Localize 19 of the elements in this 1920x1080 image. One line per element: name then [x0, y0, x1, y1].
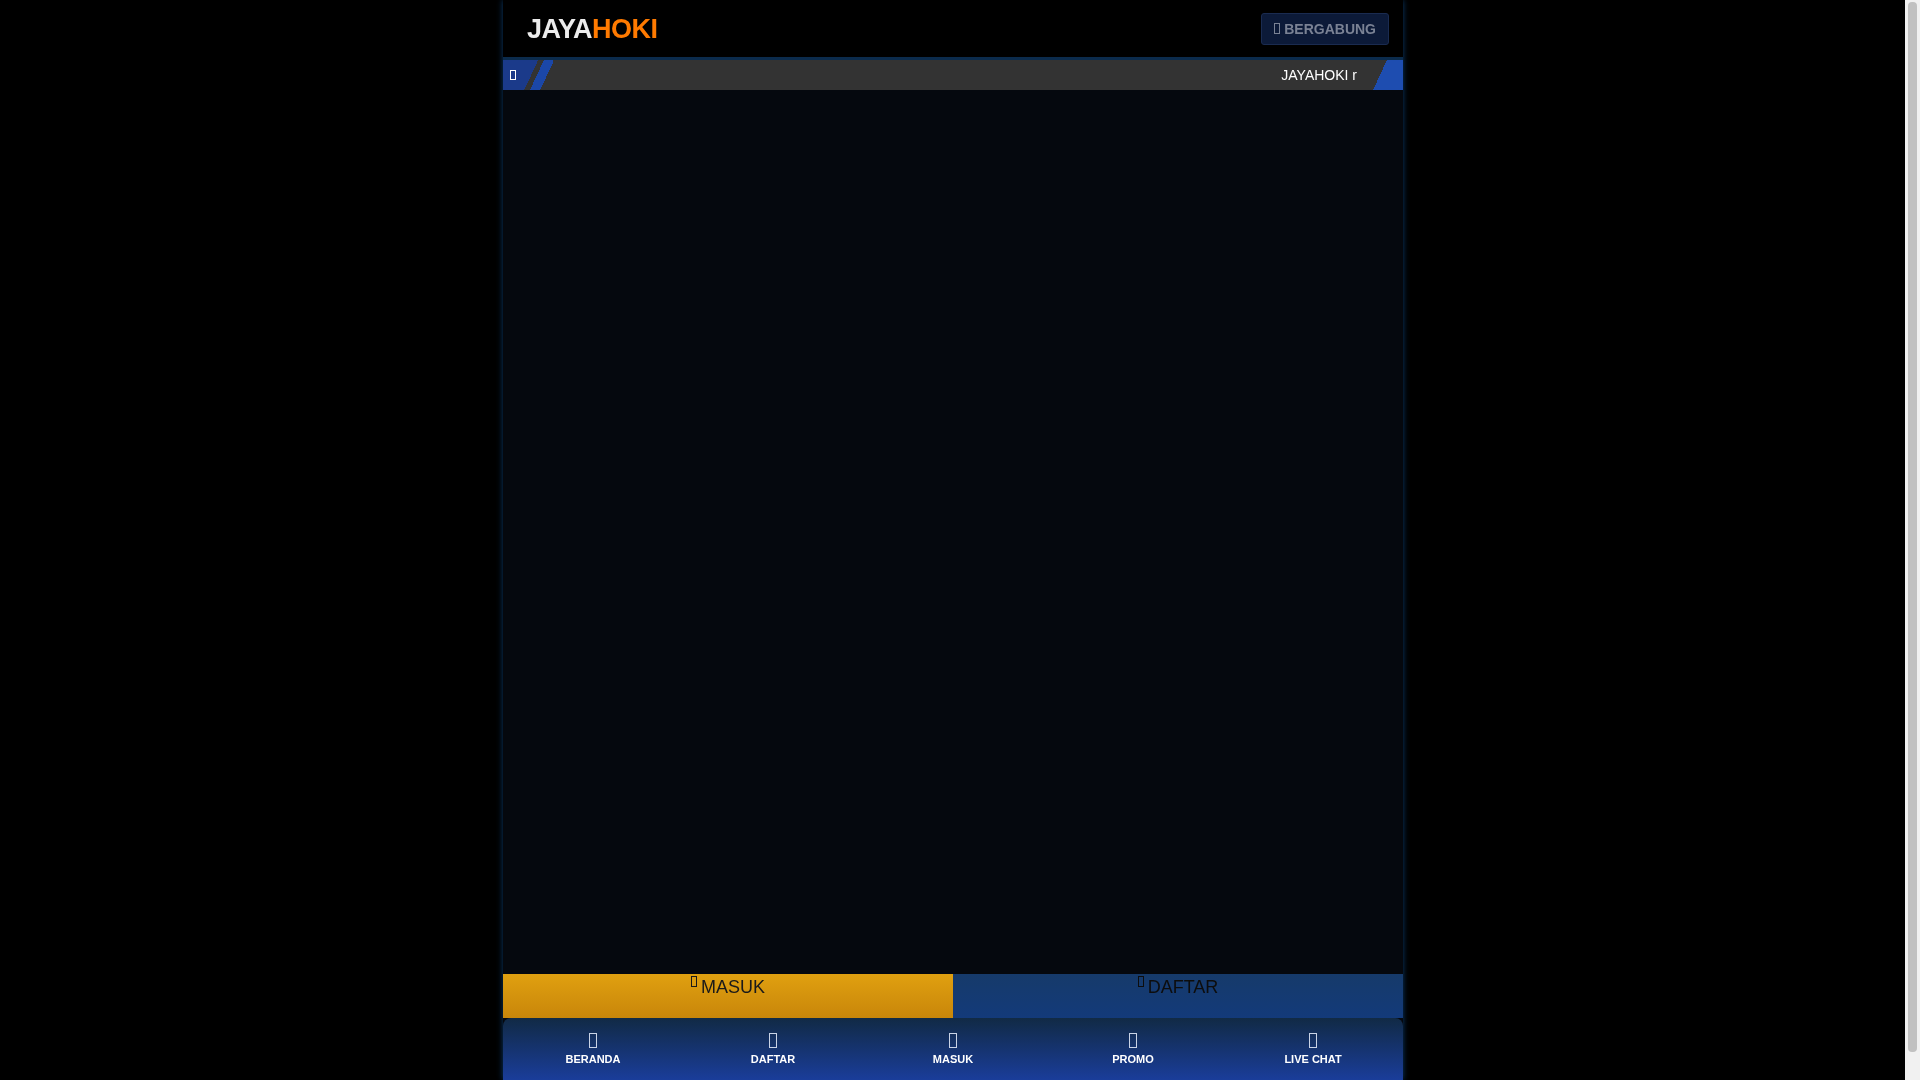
join-button[interactable]: BERGABUNG	[1261, 12, 1389, 45]
missing-glyph-icon	[589, 1033, 597, 1048]
nav-item[interactable]: DAFTAR	[683, 1018, 863, 1080]
ticker-text: JAYAHOKI r	[1281, 67, 1357, 83]
missing-glyph-icon	[949, 1033, 957, 1048]
missing-glyph-icon	[691, 976, 697, 987]
scrollbar[interactable]	[1905, 0, 1920, 1080]
missing-glyph-icon	[1274, 23, 1281, 34]
nav-item[interactable]: MASUK	[863, 1018, 1043, 1080]
logo[interactable]: JAYAHOKI	[527, 13, 658, 44]
missing-glyph-icon	[1309, 1033, 1317, 1048]
nav-item[interactable]: LIVE CHAT	[1223, 1018, 1403, 1080]
login-button[interactable]: MASUK	[503, 974, 953, 1018]
nav-item[interactable]: BERANDA	[503, 1018, 683, 1080]
missing-glyph-icon	[1129, 1033, 1137, 1048]
missing-glyph-icon	[769, 1033, 777, 1048]
missing-glyph-icon	[1137, 976, 1144, 987]
nav-item[interactable]: PROMO	[1043, 1018, 1223, 1080]
missing-glyph-icon	[510, 70, 516, 80]
